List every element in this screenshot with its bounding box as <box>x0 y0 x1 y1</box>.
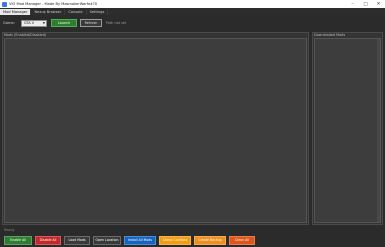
install-all-mods-button[interactable]: Install All Mods <box>124 235 156 245</box>
close-icon[interactable]: ✕ <box>372 0 385 8</box>
game-select[interactable]: GTA V ▼ <box>21 19 47 27</box>
minimize-icon[interactable]: – <box>346 0 359 8</box>
status-text: Ready <box>4 228 15 232</box>
bottom-action-bar: Enable All Disable All Load Mods Open Lo… <box>0 233 385 247</box>
downloaded-list[interactable] <box>314 38 381 223</box>
downloaded-scrollbar[interactable] <box>377 39 380 222</box>
refresh-button[interactable]: Refresh <box>80 19 102 27</box>
game-label: Game: <box>3 21 15 25</box>
open-location-button[interactable]: Open Location <box>93 235 121 245</box>
window-controls: – □ ✕ <box>346 0 385 8</box>
main-content: Game: GTA V ▼ Launch Refresh Path not se… <box>0 15 385 247</box>
game-toolbar: Game: GTA V ▼ Launch Refresh Path not se… <box>3 19 126 27</box>
path-status: Path not set <box>106 21 127 25</box>
launch-button[interactable]: Launch <box>51 19 77 27</box>
title-bar: VIO Mod Manager - Made By MasmakerWarfe4… <box>0 0 385 8</box>
game-select-value: GTA V <box>24 21 35 25</box>
create-backup-button[interactable]: Create Backup <box>194 235 226 245</box>
window-title: VIO Mod Manager - Made By MasmakerWarfe4… <box>9 2 98 6</box>
disable-all-button[interactable]: Disable All <box>35 235 61 245</box>
load-mods-button[interactable]: Load Mods <box>64 235 90 245</box>
mods-list[interactable] <box>4 38 307 223</box>
clean-all-button[interactable]: Clean All <box>229 235 255 245</box>
app-icon <box>2 1 7 7</box>
tab-bar: Mod Manager Nexus Browser Console Settin… <box>0 8 385 15</box>
maximize-icon[interactable]: □ <box>359 0 372 8</box>
check-conflicts-button[interactable]: Check Conflicts <box>159 235 191 245</box>
enable-all-button[interactable]: Enable All <box>4 235 32 245</box>
downloaded-panel: Downloaded Mods <box>312 32 383 225</box>
mods-panel: Mods (Enabled/Disabled) <box>2 32 309 225</box>
chevron-down-icon: ▼ <box>42 21 45 25</box>
